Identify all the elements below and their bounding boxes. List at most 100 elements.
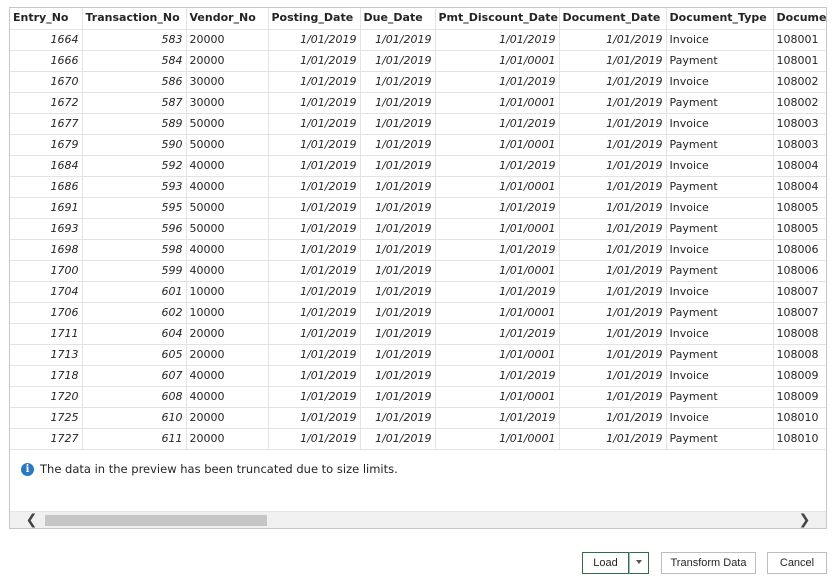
- table-cell: 1/01/2019: [559, 92, 667, 114]
- table-cell: 20000: [186, 344, 269, 366]
- data-grid-viewport: Entry_No Transaction_No Vendor_No Posting_D…: [10, 8, 826, 451]
- table-cell: Payment: [666, 92, 774, 114]
- table-row: 1672 587 30000 1/01/2019 1/01/2019 1/01/0001 1…: [10, 92, 826, 114]
- table-row: 1677 589 50000 1/01/2019 1/01/2019 1/01/2019 1…: [10, 113, 826, 135]
- table-cell: 596: [82, 218, 187, 240]
- column-header[interactable]: Transaction_No: [82, 8, 187, 30]
- table-cell: 1/01/2019: [435, 197, 560, 219]
- table-cell: 1/01/2019: [360, 71, 436, 93]
- info-icon: i: [21, 462, 34, 476]
- table-cell: 1/01/2019: [435, 29, 560, 51]
- table-cell: 108006: [773, 239, 826, 261]
- column-header[interactable]: Due_Date: [360, 8, 436, 30]
- table-cell: 1/01/2019: [360, 92, 436, 114]
- column-header[interactable]: Pmt_Discount_Date: [435, 8, 560, 30]
- horizontal-scrollbar[interactable]: ❮ ❯: [10, 511, 826, 528]
- chevron-down-icon: [636, 560, 642, 565]
- table-cell: 1/01/2019: [559, 50, 667, 72]
- table-cell: 1/01/2019: [360, 407, 436, 429]
- table-cell: 1713: [10, 344, 83, 366]
- table-cell: 1/01/2019: [559, 302, 667, 324]
- table-cell: 1/01/0001: [435, 92, 560, 114]
- table-cell: 1/01/2019: [268, 92, 361, 114]
- column-header[interactable]: Document_Type: [666, 8, 774, 30]
- table-cell: 1/01/2019: [268, 71, 361, 93]
- table-cell: 1/01/0001: [435, 386, 560, 408]
- table-cell: 108007: [773, 281, 826, 303]
- table-cell: 1/01/2019: [268, 302, 361, 324]
- table-row: 1704 601 10000 1/01/2019 1/01/2019 1/01/2019 1…: [10, 281, 826, 303]
- table-cell: 108001: [773, 50, 826, 72]
- chevron-left-icon[interactable]: ❮: [23, 512, 40, 528]
- column-header[interactable]: Vendor_No: [186, 8, 269, 30]
- table-cell: 1/01/2019: [360, 323, 436, 345]
- table-cell: Payment: [666, 218, 774, 240]
- load-button[interactable]: Load: [582, 552, 629, 574]
- table-cell: 1/01/2019: [559, 197, 667, 219]
- table-cell: 1/01/2019: [268, 239, 361, 261]
- table-cell: 1/01/2019: [559, 134, 667, 156]
- table-row: 1670 586 30000 1/01/2019 1/01/2019 1/01/2019 1…: [10, 71, 826, 93]
- table-row: 1666 584 20000 1/01/2019 1/01/2019 1/01/0001 1…: [10, 50, 826, 72]
- table-cell: Invoice: [666, 365, 774, 387]
- table-cell: 1/01/2019: [360, 428, 436, 450]
- table-cell: 1/01/2019: [268, 386, 361, 408]
- cancel-button[interactable]: Cancel: [767, 552, 827, 574]
- table-cell: 1/01/2019: [559, 407, 667, 429]
- table-cell: 1/01/2019: [360, 50, 436, 72]
- table-cell: 1725: [10, 407, 83, 429]
- table-cell: Invoice: [666, 407, 774, 429]
- load-options-dropdown[interactable]: [629, 552, 649, 574]
- table-cell: 1/01/2019: [559, 428, 667, 450]
- table-cell: 1666: [10, 50, 83, 72]
- table-cell: 1693: [10, 218, 83, 240]
- table-row: 1711 604 20000 1/01/2019 1/01/2019 1/01/2019 1…: [10, 323, 826, 345]
- table-cell: 607: [82, 365, 187, 387]
- table-cell: 1/01/2019: [435, 281, 560, 303]
- table-row: 1706 602 10000 1/01/2019 1/01/2019 1/01/0001 1…: [10, 302, 826, 324]
- table-cell: 1/01/2019: [435, 113, 560, 135]
- table-cell: 1691: [10, 197, 83, 219]
- table-cell: 1/01/2019: [360, 365, 436, 387]
- table-cell: 1704: [10, 281, 83, 303]
- table-cell: 1/01/2019: [559, 29, 667, 51]
- table-cell: 30000: [186, 71, 269, 93]
- table-cell: 1/01/2019: [435, 155, 560, 177]
- table-cell: 108007: [773, 302, 826, 324]
- table-cell: Payment: [666, 344, 774, 366]
- table-cell: Invoice: [666, 113, 774, 135]
- transform-data-button[interactable]: Transform Data: [661, 552, 756, 574]
- column-header[interactable]: Entry_No: [10, 8, 83, 30]
- table-cell: 1/01/2019: [268, 155, 361, 177]
- table-cell: 1/01/2019: [559, 218, 667, 240]
- table-cell: 108009: [773, 386, 826, 408]
- table-cell: 583: [82, 29, 187, 51]
- table-cell: 20000: [186, 323, 269, 345]
- table-cell: 1/01/2019: [559, 281, 667, 303]
- table-cell: 604: [82, 323, 187, 345]
- column-header[interactable]: Document_Date: [559, 8, 667, 30]
- table-cell: 1/01/2019: [435, 71, 560, 93]
- table-cell: 1/01/2019: [559, 260, 667, 282]
- table-cell: 1/01/2019: [360, 155, 436, 177]
- table-cell: 1672: [10, 92, 83, 114]
- table-cell: 108002: [773, 71, 826, 93]
- table-cell: 1/01/2019: [268, 365, 361, 387]
- table-cell: 1718: [10, 365, 83, 387]
- chevron-right-icon[interactable]: ❯: [796, 512, 813, 528]
- table-cell: 108004: [773, 155, 826, 177]
- table-cell: Payment: [666, 176, 774, 198]
- scrollbar-thumb[interactable]: [45, 515, 267, 526]
- column-header[interactable]: Document: [773, 8, 826, 30]
- table-cell: 108008: [773, 323, 826, 345]
- table-cell: 1/01/2019: [559, 176, 667, 198]
- table-cell: 40000: [186, 155, 269, 177]
- data-preview-table: Entry_No Transaction_No Vendor_No Posting_D…: [10, 8, 826, 450]
- table-row: 1693 596 50000 1/01/2019 1/01/2019 1/01/0001 1…: [10, 218, 826, 240]
- table-cell: 1/01/2019: [559, 344, 667, 366]
- table-cell: 584: [82, 50, 187, 72]
- column-header[interactable]: Posting_Date: [268, 8, 361, 30]
- table-cell: 599: [82, 260, 187, 282]
- table-cell: 1/01/2019: [559, 71, 667, 93]
- table-row: 1679 590 50000 1/01/2019 1/01/2019 1/01/0001 1…: [10, 134, 826, 156]
